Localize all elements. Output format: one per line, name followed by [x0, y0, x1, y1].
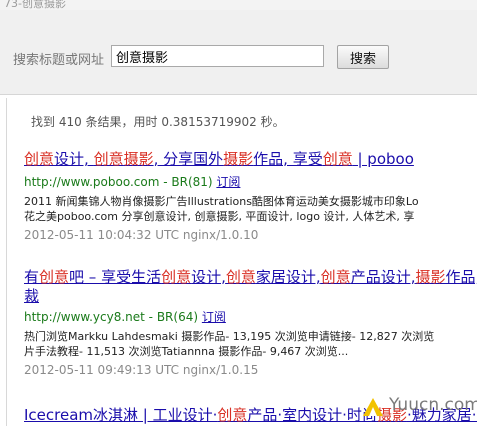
- result-url: http://www.poboo.com - BR(81): [24, 175, 213, 189]
- result-title-text: | poboo: [352, 150, 414, 168]
- window-title: 73-创意摄影: [4, 0, 66, 10]
- result-stats: 找到 410 条结果，用时 0.38153719902 秒。: [31, 115, 285, 129]
- result-title-text: 有: [24, 268, 40, 286]
- result-title-line2[interactable]: 裁: [24, 287, 477, 306]
- result-date: 2012-05-11 10:04:32 UTC nginx/1.0.10: [24, 228, 259, 242]
- result-title-link[interactable]: 创意设计, 创意摄影, 分享国外摄影作品, 享受创意 | poboo: [24, 150, 477, 169]
- result-title-highlight: 创意: [217, 406, 248, 424]
- result-title-text: 设计,: [191, 268, 226, 286]
- result-title-text: 吧 – 享受生活: [69, 268, 162, 286]
- result-title-highlight: 摄影: [223, 150, 254, 168]
- result-title-text: Icecream冰淇淋 | 工业设计·: [24, 406, 218, 424]
- result-snippet: 热门浏览Markku Lahdesmaki 摄影作品- 13,195 次浏览申请…: [24, 329, 477, 359]
- search-label: 搜索标题或网址: [13, 53, 105, 68]
- result-title-text: 产品·室内设计·时尚: [247, 406, 377, 424]
- result-title-text: 设计,: [54, 150, 94, 168]
- left-divider: [6, 98, 7, 426]
- result-title-text: 产品设计,: [350, 268, 416, 286]
- result-subscribe-link[interactable]: 订阅: [202, 310, 226, 324]
- window-title-strip: 73-创意摄影: [0, 0, 477, 10]
- result-title-text: 家居设计,: [255, 268, 321, 286]
- watermark: Yuucn.com: [361, 386, 477, 426]
- result-date: 2012-05-11 09:49:13 UTC nginx/1.0.15: [24, 363, 259, 377]
- result-title-text: 作品,: [445, 268, 477, 286]
- result-title-highlight: 创意: [225, 268, 256, 286]
- search-bar: 搜索标题或网址 搜索: [0, 10, 477, 95]
- search-button[interactable]: 搜索: [337, 45, 389, 69]
- result-url: http://www.ycy8.net - BR(64): [24, 310, 199, 324]
- result-title-highlight: 创意: [161, 268, 192, 286]
- result-title-highlight: 创意: [320, 268, 351, 286]
- result-title-highlight: 创意: [39, 268, 70, 286]
- watermark-logo-icon: [363, 398, 383, 416]
- result-title-text: 作品, 享受: [253, 150, 323, 168]
- result-snippet-line: 热门浏览Markku Lahdesmaki 摄影作品- 13,195 次浏览申请…: [24, 330, 435, 343]
- watermark-text: Yuucn.com: [389, 395, 477, 415]
- result-title-highlight: 摄影: [123, 150, 154, 168]
- result-snippet: 2011 新闻集锦人物肖像摄影广告Illustrations酷图体育运动美女摄影…: [24, 194, 477, 224]
- result-subscribe-link[interactable]: 订阅: [216, 175, 240, 189]
- result-title-highlight: 创意: [24, 150, 55, 168]
- search-input[interactable]: [111, 45, 324, 67]
- result-snippet-line: 2011 新闻集锦人物肖像摄影广告Illustrations酷图体育运动美女摄影…: [24, 195, 419, 208]
- result-item: 创意设计, 创意摄影, 分享国外摄影作品, 享受创意 | poboo http:…: [24, 150, 477, 243]
- result-snippet-line: 花之美poboo.com 分享创意设计, 创意摄影, 平面设计, logo 设计…: [24, 210, 415, 223]
- result-meta: http://www.ycy8.net - BR(64) 订阅: [24, 310, 477, 325]
- result-title-highlight: 创意: [322, 150, 353, 168]
- result-title-highlight: 创意: [93, 150, 124, 168]
- result-meta: http://www.poboo.com - BR(81) 订阅: [24, 175, 477, 190]
- result-title-link[interactable]: 有创意吧 – 享受生活创意设计,创意家居设计,创意产品设计,摄影作品,: [24, 268, 477, 287]
- result-title-text: , 分享国外: [153, 150, 224, 168]
- result-item: 有创意吧 – 享受生活创意设计,创意家居设计,创意产品设计,摄影作品, 裁 ht…: [24, 268, 477, 378]
- result-snippet-line: 片手法教程- 11,513 次浏览Tatiannna 摄影作品- 9,467 次…: [24, 345, 349, 358]
- result-title-highlight: 摄影: [415, 268, 446, 286]
